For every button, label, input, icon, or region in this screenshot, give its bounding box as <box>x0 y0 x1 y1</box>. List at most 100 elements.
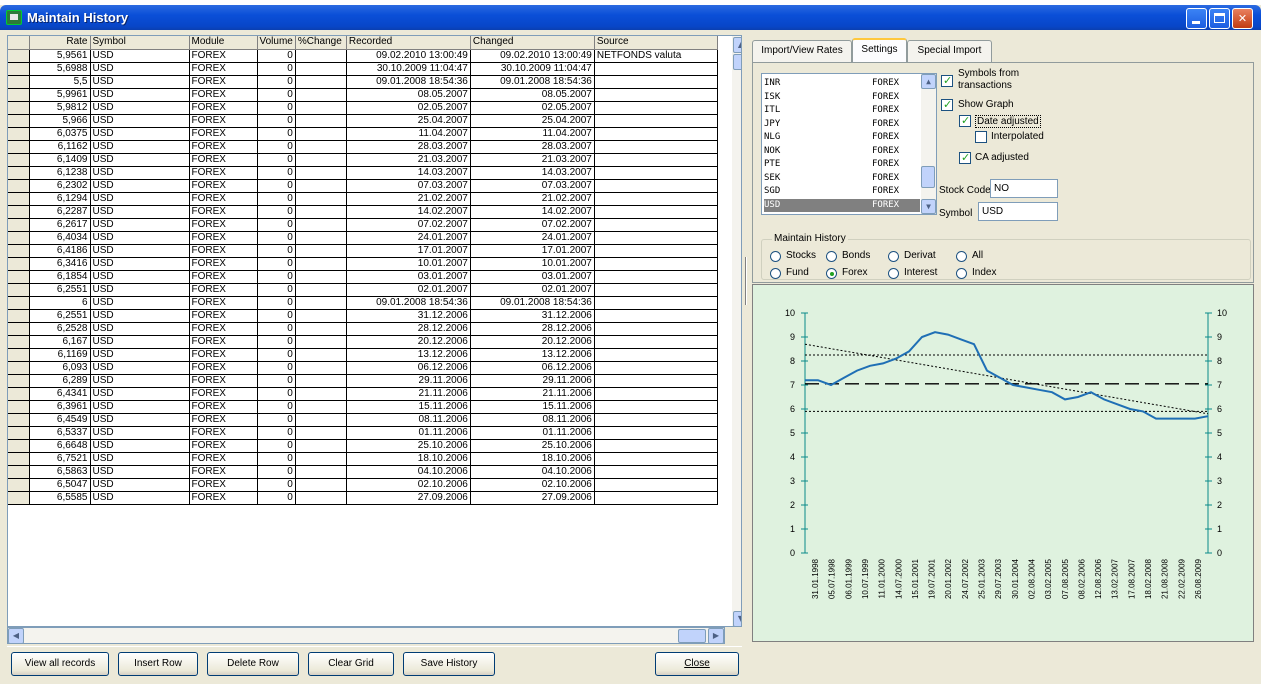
grid-cell[interactable]: 0 <box>257 231 296 245</box>
grid-cell[interactable] <box>594 140 718 154</box>
grid-cell[interactable] <box>594 75 718 89</box>
grid-cell[interactable] <box>295 400 347 414</box>
grid-cell[interactable]: FOREX <box>189 439 258 453</box>
row-selector[interactable] <box>8 452 30 466</box>
grid-cell[interactable]: 14.03.2007 <box>346 166 471 180</box>
symbol-list-item[interactable]: PTE FOREX <box>764 158 920 171</box>
grid-cell[interactable]: 0 <box>257 387 296 401</box>
table-row[interactable]: 6,1409 USD FOREX 0 21.03.2007 21.03.2007 <box>8 153 718 167</box>
table-row[interactable]: 6,4034 USD FOREX 0 24.01.2007 24.01.2007 <box>8 231 718 245</box>
grid-cell[interactable]: 6 <box>29 296 91 310</box>
grid-cell[interactable]: 0 <box>257 465 296 479</box>
table-row[interactable]: 5,9561 USD FOREX 0 09.02.2010 13:00:49 09.02.… <box>8 49 718 63</box>
grid-cell[interactable] <box>295 491 347 505</box>
grid-cell[interactable] <box>594 348 718 362</box>
col-header-source[interactable]: Source <box>594 36 718 50</box>
grid-cell[interactable]: 6,4549 <box>29 413 91 427</box>
row-header-corner[interactable] <box>8 36 30 50</box>
grid-cell[interactable] <box>594 387 718 401</box>
grid-cell[interactable]: 04.10.2006 <box>470 465 595 479</box>
maximize-button[interactable] <box>1209 8 1230 29</box>
symbol-list-item[interactable]: NOK FOREX <box>764 145 920 158</box>
row-selector[interactable] <box>8 153 30 167</box>
grid-cell[interactable] <box>594 283 718 297</box>
radio-stocks[interactable] <box>770 251 781 262</box>
grid-cell[interactable]: 10.01.2007 <box>470 257 595 271</box>
grid-cell[interactable]: 5,9812 <box>29 101 91 115</box>
grid-cell[interactable]: 6,1294 <box>29 192 91 206</box>
grid-cell[interactable]: 0 <box>257 166 296 180</box>
grid-vertical-scrollbar[interactable]: ▲ ▼ <box>732 36 741 626</box>
grid-cell[interactable]: USD <box>90 452 190 466</box>
grid-cell[interactable]: USD <box>90 374 190 388</box>
grid-cell[interactable] <box>295 88 347 102</box>
grid-cell[interactable]: 6,3961 <box>29 400 91 414</box>
grid-cell[interactable] <box>594 62 718 76</box>
grid-cell[interactable] <box>295 335 347 349</box>
list-scroll-down-icon[interactable]: ▼ <box>921 199 936 214</box>
col-header-recorded[interactable]: Recorded <box>346 36 471 50</box>
grid-cell[interactable]: 6,1238 <box>29 166 91 180</box>
grid-cell[interactable]: 09.02.2010 13:00:49 <box>346 49 471 63</box>
grid-cell[interactable]: 07.02.2007 <box>470 218 595 232</box>
grid-cell[interactable]: FOREX <box>189 179 258 193</box>
grid-cell[interactable]: 0 <box>257 62 296 76</box>
grid-cell[interactable]: 0 <box>257 49 296 63</box>
grid-cell[interactable] <box>295 374 347 388</box>
grid-cell[interactable]: 13.12.2006 <box>470 348 595 362</box>
table-row[interactable]: 6,4341 USD FOREX 0 21.11.2006 21.11.2006 <box>8 387 718 401</box>
grid-cell[interactable] <box>295 192 347 206</box>
grid-cell[interactable]: FOREX <box>189 49 258 63</box>
grid-cell[interactable]: 09.02.2010 13:00:49 <box>470 49 595 63</box>
grid-cell[interactable]: 0 <box>257 244 296 258</box>
grid-cell[interactable]: 03.01.2007 <box>470 270 595 284</box>
grid-cell[interactable]: FOREX <box>189 153 258 167</box>
view-all-records-button[interactable]: View all records <box>11 652 109 676</box>
grid-cell[interactable]: 31.12.2006 <box>470 309 595 323</box>
grid-cell[interactable]: 08.11.2006 <box>346 413 471 427</box>
grid-cell[interactable]: USD <box>90 101 190 115</box>
grid-cell[interactable]: USD <box>90 465 190 479</box>
grid-cell[interactable]: 6,2617 <box>29 218 91 232</box>
grid-cell[interactable]: 6,1162 <box>29 140 91 154</box>
grid-cell[interactable]: 0 <box>257 374 296 388</box>
grid-cell[interactable]: USD <box>90 426 190 440</box>
scroll-down-icon[interactable]: ▼ <box>733 611 741 626</box>
row-selector[interactable] <box>8 361 30 375</box>
grid-cell[interactable]: FOREX <box>189 218 258 232</box>
list-scroll-up-icon[interactable]: ▲ <box>921 74 936 89</box>
grid-cell[interactable]: USD <box>90 335 190 349</box>
minimize-button[interactable] <box>1186 8 1207 29</box>
grid-cell[interactable] <box>295 153 347 167</box>
grid-cell[interactable]: FOREX <box>189 283 258 297</box>
grid-cell[interactable]: USD <box>90 153 190 167</box>
grid-cell[interactable] <box>594 361 718 375</box>
table-row[interactable]: 5,9961 USD FOREX 0 08.05.2007 08.05.2007 <box>8 88 718 102</box>
table-row[interactable]: 6,2551 USD FOREX 0 02.01.2007 02.01.2007 <box>8 283 718 297</box>
grid-cell[interactable]: 14.02.2007 <box>346 205 471 219</box>
grid-cell[interactable] <box>295 296 347 310</box>
grid-cell[interactable]: FOREX <box>189 335 258 349</box>
grid-cell[interactable]: 09.01.2008 18:54:36 <box>470 75 595 89</box>
table-row[interactable]: 6,4186 USD FOREX 0 17.01.2007 17.01.2007 <box>8 244 718 258</box>
grid-cell[interactable] <box>295 205 347 219</box>
grid-cell[interactable]: 0 <box>257 491 296 505</box>
grid-cell[interactable]: 08.11.2006 <box>470 413 595 427</box>
grid-cell[interactable]: USD <box>90 179 190 193</box>
grid-cell[interactable] <box>594 465 718 479</box>
grid-cell[interactable]: 02.01.2007 <box>346 283 471 297</box>
grid-cell[interactable]: 13.12.2006 <box>346 348 471 362</box>
grid-cell[interactable]: 20.12.2006 <box>470 335 595 349</box>
grid-cell[interactable] <box>295 439 347 453</box>
radio-forex[interactable] <box>826 268 837 279</box>
grid-cell[interactable]: 21.02.2007 <box>470 192 595 206</box>
row-selector[interactable] <box>8 296 30 310</box>
grid-cell[interactable]: 6,5863 <box>29 465 91 479</box>
grid-cell[interactable]: FOREX <box>189 270 258 284</box>
grid-cell[interactable] <box>594 439 718 453</box>
grid-cell[interactable] <box>594 335 718 349</box>
grid-cell[interactable]: FOREX <box>189 231 258 245</box>
grid-cell[interactable]: USD <box>90 244 190 258</box>
row-selector[interactable] <box>8 322 30 336</box>
grid-cell[interactable]: 03.01.2007 <box>346 270 471 284</box>
